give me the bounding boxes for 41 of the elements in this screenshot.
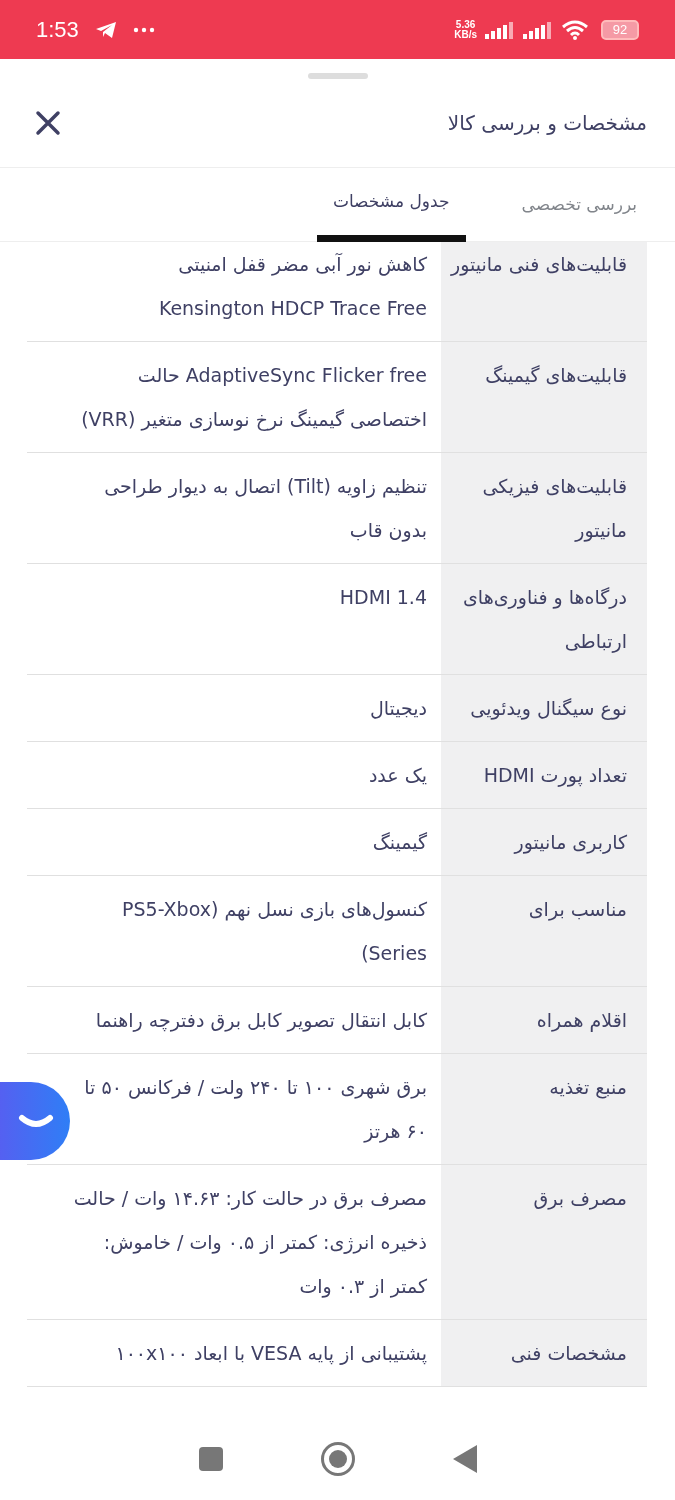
- tab[interactable]: بررسی تخصصی: [505, 168, 653, 242]
- spec-label: نوع سیگنال ویدئویی: [441, 675, 647, 741]
- home-button[interactable]: [319, 1441, 356, 1477]
- spec-label: مشخصات فنی: [441, 1320, 647, 1386]
- spec-label: اقلام همراه: [441, 987, 647, 1053]
- spec-value: تنظیم زاویه (Tilt) اتصال به دیوار طراحی بدون قاب: [103, 474, 428, 544]
- signal-icon: [523, 20, 553, 39]
- spec-label: قابلیت‌های گیمینگ: [441, 342, 647, 452]
- recent-apps-button[interactable]: [197, 1446, 224, 1472]
- network-speed: 5.36: [454, 19, 477, 30]
- sheet-title: مشخصات و بررسی کالا: [447, 110, 647, 137]
- drag-handle[interactable]: [307, 73, 368, 79]
- battery-level: 92: [601, 19, 639, 40]
- network-speed: KB/s: [454, 29, 477, 40]
- clock: 1:53: [36, 16, 79, 44]
- spec-label: مصرف برق: [441, 1165, 647, 1319]
- spec-label: قابلیت‌های فنی مانیتور: [441, 242, 647, 341]
- spec-value: دیجیتال: [368, 696, 428, 721]
- back-button[interactable]: [451, 1444, 478, 1474]
- spec-label: قابلیت‌های فیزیکی مانیتور: [441, 453, 647, 563]
- more-icon: [132, 26, 155, 33]
- chat-button[interactable]: [0, 1082, 70, 1160]
- spec-value: یک عدد: [367, 763, 428, 788]
- spec-label: منبع تغذیه: [441, 1054, 647, 1164]
- spec-label: درگاه‌ها و فناوری‌های ارتباطی: [441, 564, 647, 674]
- close-button[interactable]: [33, 108, 63, 138]
- spec-value: گیمینگ: [371, 830, 428, 855]
- spec-value: مصرف برق در حالت کار: ۱۴.۶۳ وات / حالت ذخیره انرژی: کمتر از ۰.۵ وات / خاموش: کمتر از ۰.۳ وات: [73, 1186, 428, 1300]
- spec-value: پشتیبانی از پایه VESA با ابعاد ۱۰۰x۱۰۰: [114, 1341, 428, 1367]
- spec-label: مناسب برای: [441, 876, 647, 986]
- spec-value: HDMI 1.4: [338, 585, 428, 610]
- paper-plane-icon: [94, 20, 117, 39]
- spec-value: برق شهری ۱۰۰ تا ۲۴۰ ولت / فرکانس ۵۰ تا ۶۰ هرتز: [83, 1075, 428, 1145]
- spec-value: AdaptiveSync Flicker free حالت اختصاصی گیمینگ نرخ نوسازی متغیر (VRR): [80, 363, 428, 433]
- spec-value: کاهش نور آبی مضر قفل امنیتی Kensington HDCP Trace Free: [157, 252, 428, 321]
- spec-value: کنسول‌های بازی نسل نهم (PS5-Xbox Series): [121, 897, 428, 966]
- spec-label: تعداد پورت HDMI: [441, 742, 647, 808]
- spec-value: کابل انتقال تصویر کابل برق دفترچه راهنما: [94, 1008, 428, 1034]
- wifi-icon: [561, 19, 589, 40]
- signal-icon: [485, 20, 515, 39]
- spec-label: کاربری مانیتور: [441, 809, 647, 875]
